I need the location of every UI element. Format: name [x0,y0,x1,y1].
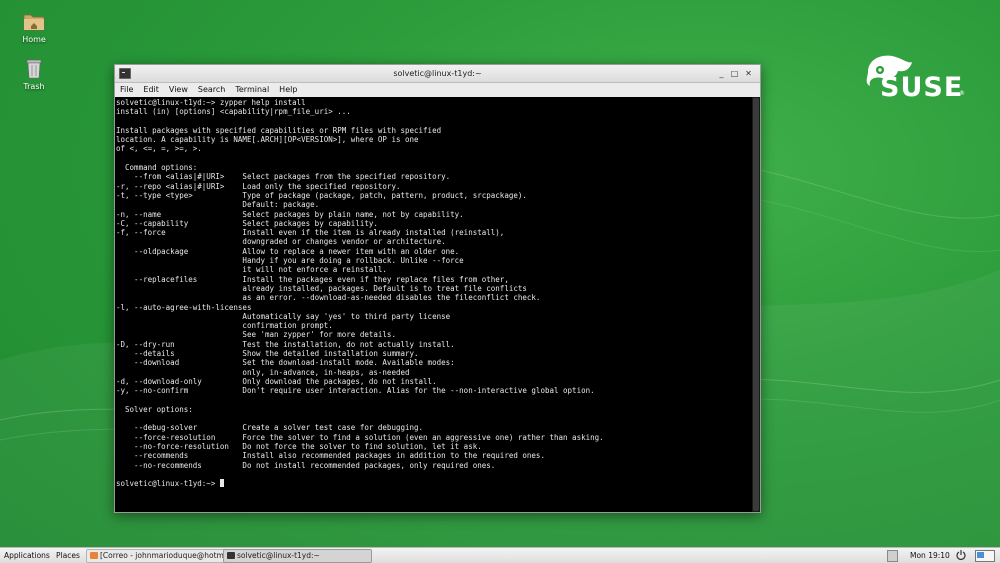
terminal-line: only, in-advance, in-heaps, as-needed [116,367,410,377]
maximize-button[interactable]: □ [728,67,741,80]
terminal-line: Default: package. [116,200,320,210]
terminal-line: confirmation prompt. [116,321,333,331]
minimize-button[interactable]: _ [715,67,728,80]
scrollbar-thumb[interactable] [753,98,759,511]
terminal-line: -t, --type <type> Type of package (packa… [116,190,527,200]
terminal-scrollbar[interactable] [752,97,760,512]
terminal-line: -l, --auto-agree-with-licenses [116,302,252,312]
terminal-icon [227,552,235,559]
taskbar-item-label: [Correo - johnmarioduque@hotmail... [100,551,233,560]
taskbar-item-email[interactable]: [Correo - johnmarioduque@hotmail... [86,549,233,563]
terminal-line: --no-force-resolution Do not force the s… [116,441,482,451]
terminal-line: Command options: [116,163,198,173]
terminal-line: -d, --download-only Only download the pa… [116,376,437,386]
workspace-icon[interactable] [887,550,898,562]
bottom-panel: Applications Places [Correo - johnmariod… [0,547,1000,563]
applications-menu[interactable]: Applications [4,551,50,560]
power-icon[interactable] [955,549,967,561]
suse-logo-text: SUSE [880,72,964,103]
desktop-icon-trash[interactable]: Trash [4,57,64,91]
taskbar-item-terminal[interactable]: solvetic@linux-t1yd:~ [223,549,372,563]
desktop-icon-home[interactable]: Home [4,10,64,44]
terminal-line: solvetic@linux-t1yd:~> [116,479,752,488]
terminal-line: Handy if you are doing a rollback. Unlik… [116,256,464,266]
window-titlebar[interactable]: solvetic@linux-t1yd:~ _ □ ✕ [115,65,760,83]
terminal-line: --no-recommends Do not install recommend… [116,460,496,470]
clock[interactable]: Mon 19:10 [910,551,950,560]
terminal-window[interactable]: solvetic@linux-t1yd:~ _ □ ✕ File Edit View… [114,64,761,513]
terminal-line: --debug-solver Create a solver test case… [116,423,424,433]
menu-terminal[interactable]: Terminal [230,83,274,94]
terminal-line: See 'man zypper' for more details. [116,330,396,340]
terminal-line: -r, --repo <alias|#|URI> Load only the s… [116,181,401,191]
terminal-line: of <, <=, =, >=, >. [116,144,202,154]
terminal-line: --details Show the detailed installation… [116,349,419,359]
terminal-line: solvetic@linux-t1yd:~> zypper help insta… [116,98,306,107]
terminal-line: --oldpackage Allow to replace a newer it… [116,246,460,256]
terminal-line: already installed, packages. Default is … [116,283,527,293]
desktop-icon-label: Trash [23,82,45,91]
menu-view[interactable]: View [164,83,193,94]
terminal-line: downgraded or changes vendor or architec… [116,237,446,247]
desktop-icon-label: Home [22,35,46,44]
terminal-line: location. A capability is NAME[.ARCH][OP… [116,135,419,145]
menu-search[interactable]: Search [193,83,230,94]
terminal-line: Install packages with specified capabili… [116,125,442,135]
terminal-line: -n, --name Select packages by plain name… [116,209,464,219]
terminal-line: --download Set the download-install mode… [116,358,455,368]
terminal-line: --from <alias|#|URI> Select packages fro… [116,172,451,182]
workspace-switcher[interactable] [975,550,995,562]
terminal-line: Solver options: [116,404,193,414]
home-folder-icon [23,14,45,31]
window-title: solvetic@linux-t1yd:~ [393,69,482,78]
terminal-line: it will not enforce a reinstall. [116,265,387,275]
terminal-line: -y, --no-confirm Don't require user inte… [116,386,595,396]
terminal-line: --force-resolution Force the solver to f… [116,432,604,442]
terminal-line: Automatically say 'yes' to third party l… [116,311,451,321]
terminal-line: -C, --capability Select packages by capa… [116,218,378,228]
menu-help[interactable]: Help [274,83,302,94]
taskbar-item-label: solvetic@linux-t1yd:~ [237,551,320,560]
terminal-line: -f, --force Install even if the item is … [116,228,505,238]
menu-file[interactable]: File [115,83,138,94]
terminal-line: as an error. --download-as-needed disabl… [116,293,541,303]
terminal-line: -D, --dry-run Test the installation, do … [116,339,455,349]
firefox-icon [90,552,98,559]
terminal-line: install (in) [options] <capability|rpm_f… [116,107,351,117]
suse-logo-registered: ® [959,90,965,97]
terminal-output[interactable]: solvetic@linux-t1yd:~> zypper help insta… [115,97,752,512]
close-button[interactable]: ✕ [742,67,755,80]
menubar: File Edit View Search Terminal Help [115,83,760,98]
terminal-line: --replacefiles Install the packages even… [116,274,509,284]
terminal-line: --recommends Install also recommended pa… [116,451,545,461]
places-menu[interactable]: Places [56,551,80,560]
menu-edit[interactable]: Edit [138,83,164,94]
trash-icon [26,59,42,79]
terminal-cursor [219,479,224,488]
